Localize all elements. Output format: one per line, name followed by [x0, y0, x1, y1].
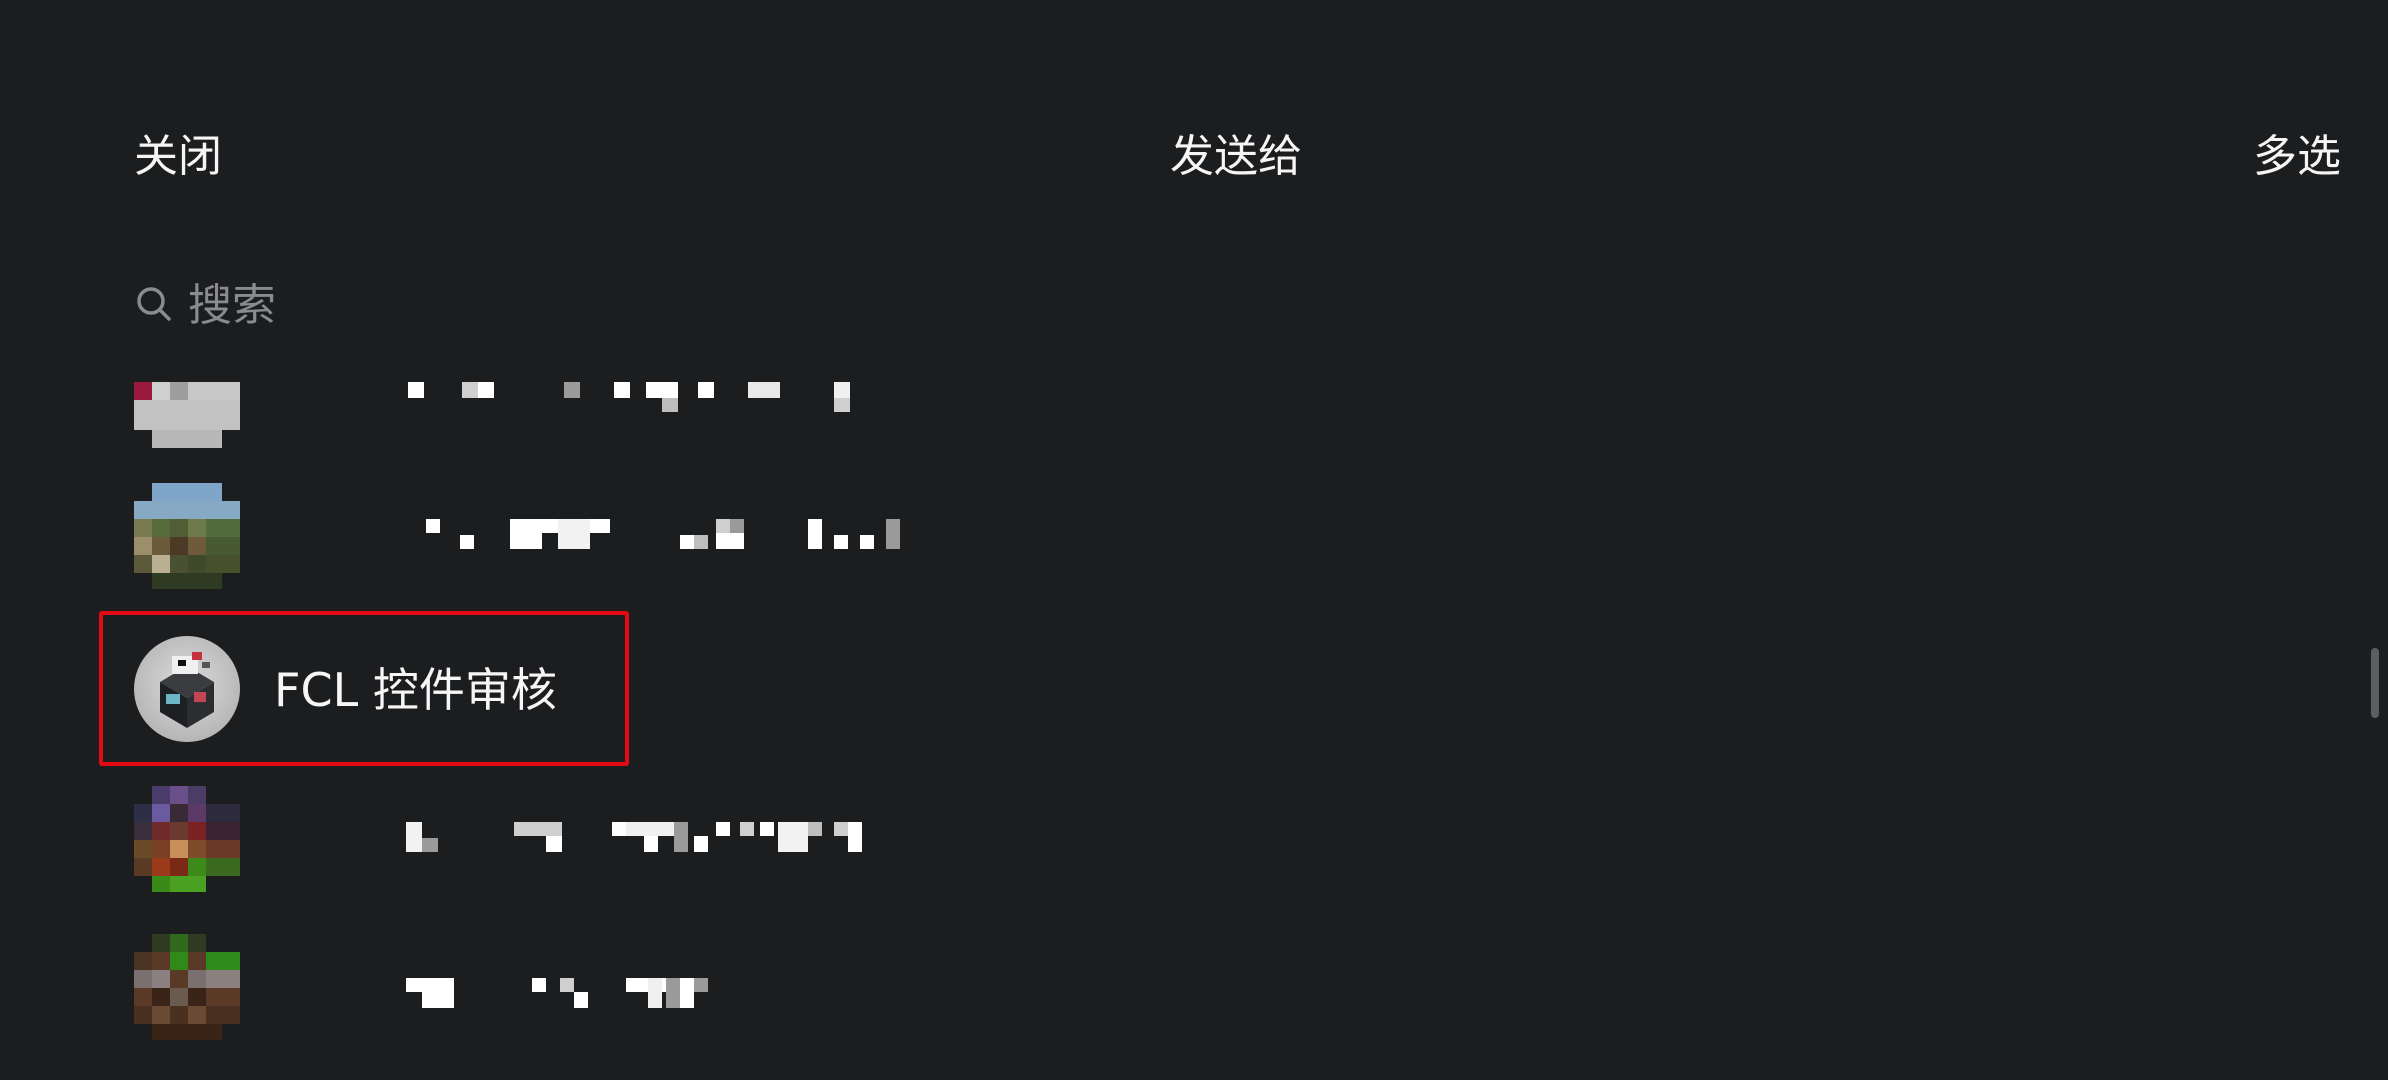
avatar	[134, 786, 240, 892]
redacted-name	[274, 382, 874, 422]
contact-row-redacted-4[interactable]	[134, 934, 1034, 1042]
scrollbar[interactable]	[2371, 648, 2379, 718]
contact-name: FCL 控件审核	[274, 663, 557, 717]
avatar	[134, 483, 240, 589]
contact-row-redacted-1[interactable]	[134, 368, 1034, 476]
avatar	[134, 636, 240, 742]
contact-row-fcl[interactable]: FCL 控件审核	[134, 636, 1034, 744]
contact-row-redacted-3[interactable]	[134, 786, 1034, 894]
avatar	[134, 934, 240, 1040]
contact-row-redacted-2[interactable]	[134, 483, 1034, 591]
contact-list: FCL 控件审核	[0, 0, 2388, 1080]
redacted-name	[274, 822, 974, 862]
redacted-name	[274, 978, 974, 1018]
redacted-name	[274, 519, 974, 559]
avatar	[134, 382, 240, 448]
share-sheet: 关闭 发送给 多选 搜索 FCL 控件审核	[0, 0, 2388, 1080]
